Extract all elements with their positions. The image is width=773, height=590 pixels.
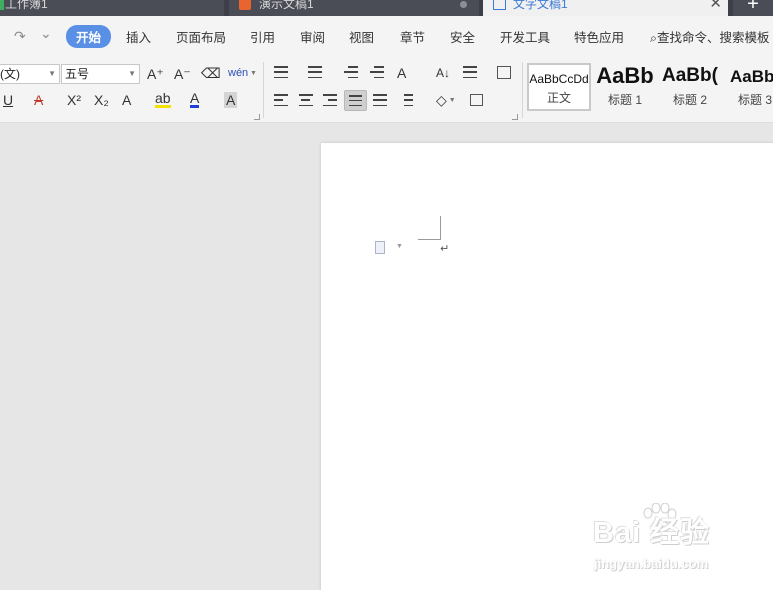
chevron-down-icon: ▼ [128,69,136,78]
font-size-select[interactable]: 五号 ▼ [61,64,140,84]
style-heading-1[interactable]: AaBb 标题 1 [593,63,657,111]
decrease-indent-icon[interactable] [344,66,358,78]
highlight-icon[interactable]: ab [155,91,171,108]
document-tab-bar: 工作簿1 演示文稿1 文字文稿1 ✕ + [0,0,773,16]
watermark-brand: Bai 经验 [593,517,711,549]
redo-icon[interactable]: ↷ [14,28,26,45]
command-search[interactable]: ⌕查找命令、搜索模板 [650,27,770,46]
group-divider [522,62,523,118]
search-icon: ⌕ [650,31,658,45]
writer-icon [493,0,506,10]
shading-fill-icon[interactable]: ◇ ▼ [436,92,456,109]
menu-bar: ↷ ⌄ 开始 插入 页面布局 引用 审阅 视图 章节 安全 开发工具 特色应用 … [0,16,773,56]
tab-workbook[interactable]: 工作簿1 [0,0,224,16]
tab-label: 工作簿1 [5,0,48,11]
chevron-down-icon: ▼ [48,69,56,78]
style-name: 标题 1 [607,93,642,107]
superscript-icon[interactable]: X² [67,92,81,108]
numbering-icon[interactable] [308,66,322,78]
table-grid-icon[interactable] [497,66,511,79]
style-name: 标题 2 [672,93,707,107]
paragraph-spacing-icon[interactable] [463,66,477,78]
tab-label: 文字文稿1 [513,0,568,11]
presentation-icon [239,0,251,10]
align-right-icon[interactable] [323,94,337,106]
underline-icon[interactable]: U [3,92,13,108]
align-left-icon[interactable] [274,94,288,106]
style-preview: AaBbCcDd [529,72,589,86]
menu-references[interactable]: 引用 [250,27,275,46]
style-name: 正文 [546,91,571,105]
style-heading-3[interactable]: AaBb( 标题 3 [723,63,773,111]
sort-icon[interactable]: A↓ [436,65,450,81]
text-direction-icon[interactable]: A [397,65,406,81]
chevron-down-icon[interactable]: ▼ [396,243,403,250]
group-divider [263,62,264,118]
font-size-value: 五号 [65,67,90,81]
unsaved-dot-icon [460,1,467,8]
grow-font-icon[interactable]: A⁺ [147,66,164,82]
line-spacing-icon[interactable] [399,94,413,106]
menu-special-apps[interactable]: 特色应用 [574,27,624,46]
menu-security[interactable]: 安全 [450,27,475,46]
menu-home[interactable]: 开始 [66,25,112,48]
tab-writer-document[interactable]: 文字文稿1 ✕ [483,0,728,16]
font-name-select[interactable]: (文) ▼ [0,64,60,84]
distribute-icon[interactable] [373,94,387,106]
borders-icon[interactable] [470,94,483,106]
character-shading-icon[interactable]: A [224,92,238,108]
bullets-icon[interactable] [274,66,288,78]
font-color-icon[interactable]: A [190,91,200,108]
wps-window: 工作簿1 演示文稿1 文字文稿1 ✕ + ↷ ⌄ 开始 插入 页面布局 引用 审… [0,0,773,590]
menu-view[interactable]: 视图 [349,27,374,46]
paragraph-mark: ↵ [440,243,450,255]
margin-corner-mark [418,216,441,240]
style-preview: AaBb( [729,67,773,86]
text-effect-icon[interactable]: A [122,92,131,108]
font-dialog-launcher-icon[interactable] [254,114,260,120]
increase-indent-icon[interactable] [370,66,384,78]
menu-insert[interactable]: 插入 [126,27,151,46]
tab-label: 演示文稿1 [259,0,314,11]
font-name-value: (文) [0,67,20,81]
style-preview: AaBb( [662,65,718,86]
document-options-icon[interactable] [375,241,385,254]
strikethrough-icon[interactable]: A [34,92,43,108]
subscript-icon[interactable]: X₂ [94,92,109,108]
tab-presentation[interactable]: 演示文稿1 [229,0,479,16]
command-search-label: 查找命令、搜索模板 [657,31,770,45]
close-tab-icon[interactable]: ✕ [709,0,722,11]
menu-page-layout[interactable]: 页面布局 [176,27,226,46]
new-tab-button[interactable]: + [733,0,773,16]
watermark-url: jingyan.baidu.com [594,556,709,571]
menu-review[interactable]: 审阅 [300,27,325,46]
style-name: 标题 3 [737,93,772,107]
clear-format-icon[interactable]: ⌫ [201,65,221,81]
spreadsheet-icon [0,0,4,10]
phonetic-guide-icon[interactable]: wén [228,65,248,81]
paragraph-dialog-launcher-icon[interactable] [512,114,518,120]
customize-chevron-icon[interactable]: ⌄ [40,25,52,42]
menu-developer[interactable]: 开发工具 [500,27,550,46]
shrink-font-icon[interactable]: A⁻ [174,66,191,82]
style-heading-2[interactable]: AaBb( 标题 2 [658,63,722,111]
chevron-down-icon[interactable]: ▼ [248,65,257,82]
style-preview: AaBb [596,63,654,88]
style-gallery: AaBbCcDd 正文 AaBb 标题 1 AaBb( 标题 2 AaBb( 标… [527,63,773,111]
justify-icon[interactable] [344,90,367,111]
style-normal[interactable]: AaBbCcDd 正文 [527,63,591,111]
align-center-icon[interactable] [299,94,313,106]
menu-chapter[interactable]: 章节 [400,27,425,46]
